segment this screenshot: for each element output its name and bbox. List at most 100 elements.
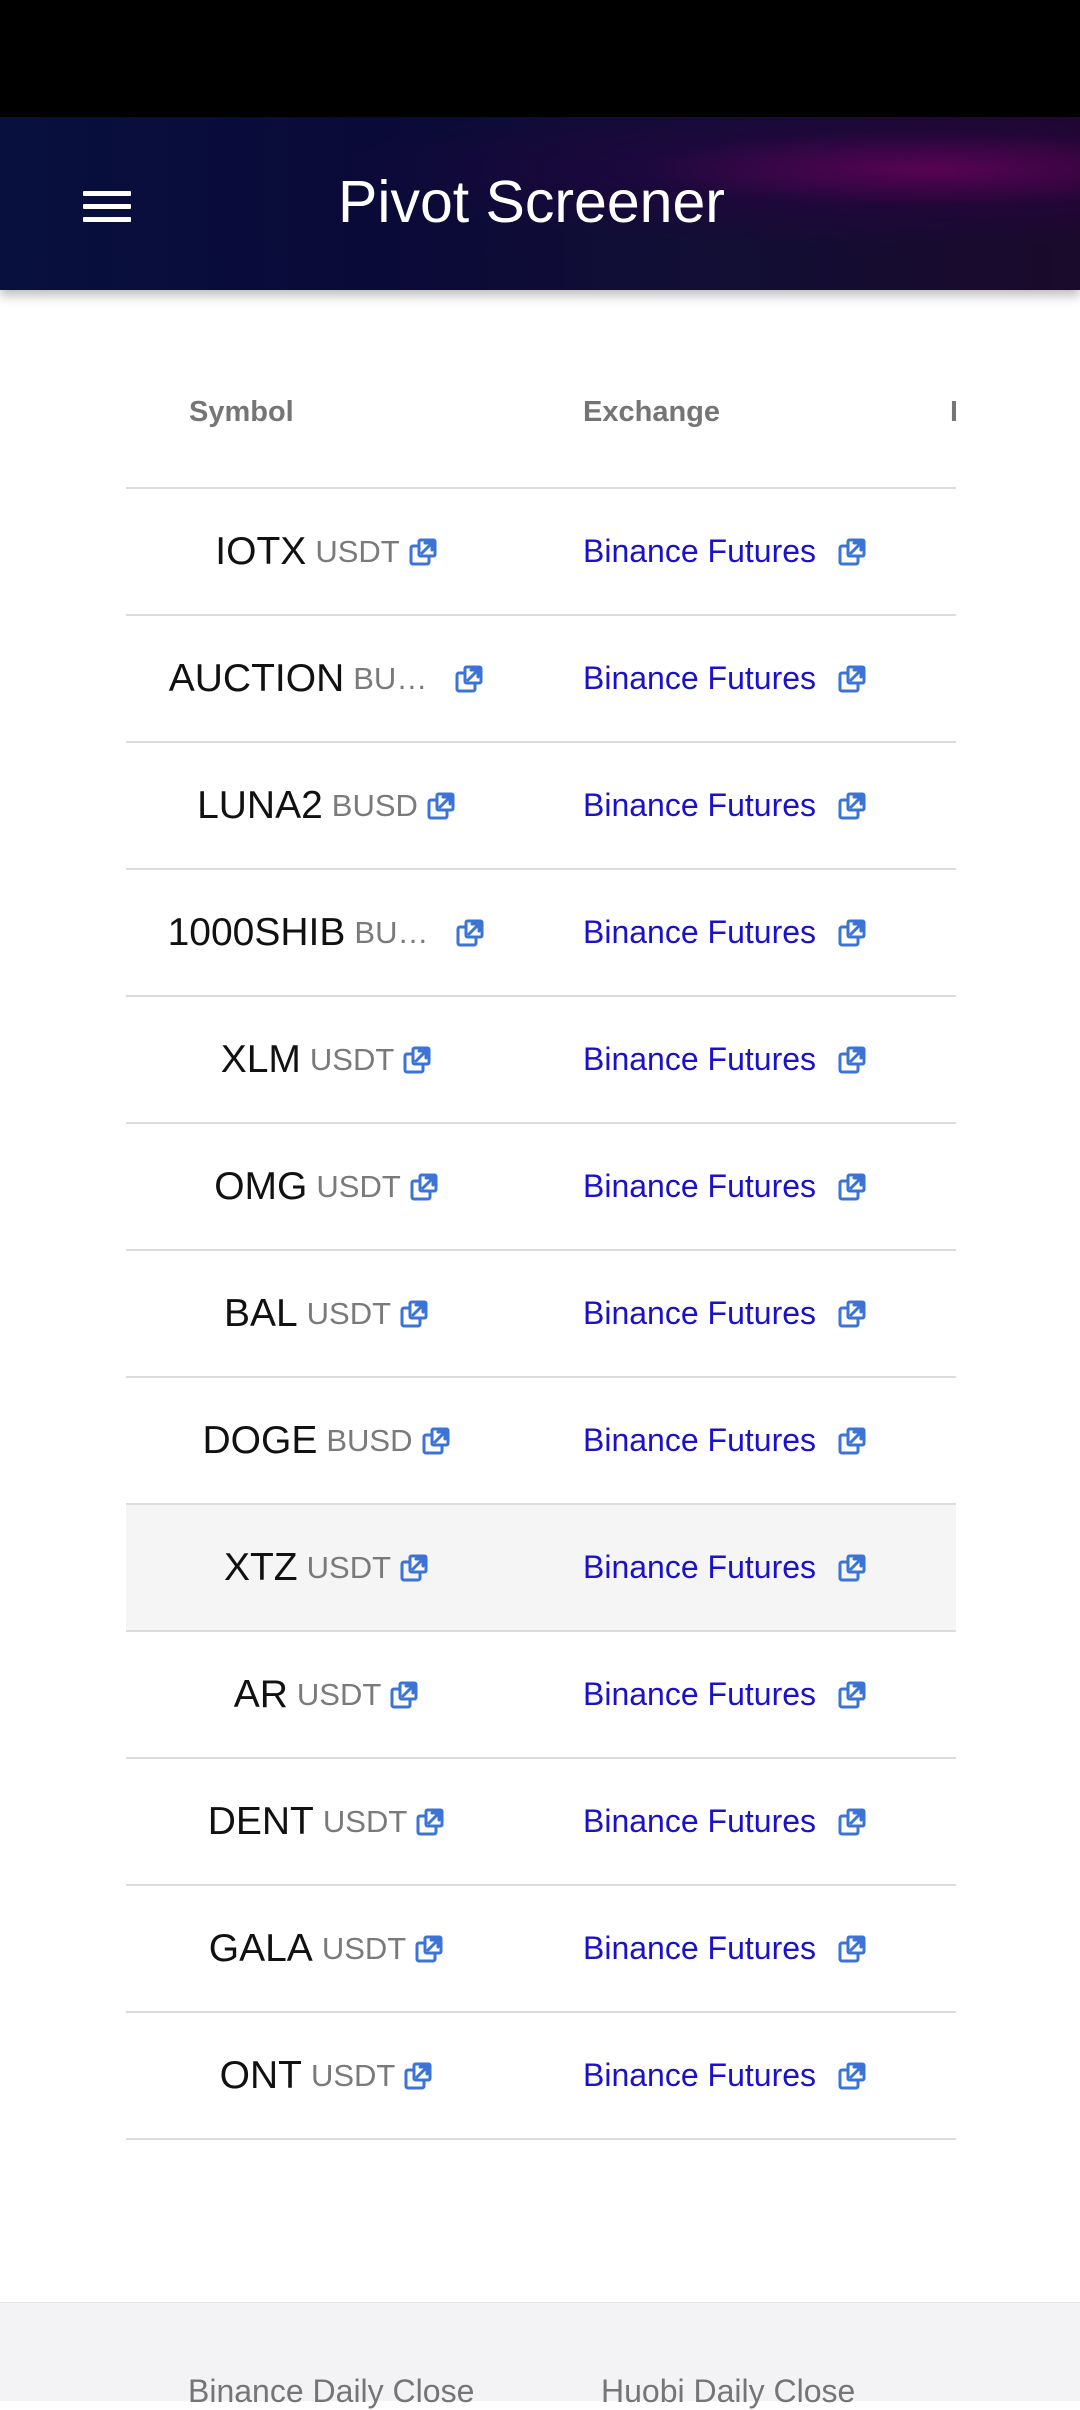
symbol-name: ONT <box>219 2053 302 2097</box>
exchange-cell: Binance Futures <box>583 1251 866 1376</box>
external-link-icon[interactable] <box>404 2062 432 2090</box>
symbol-name: IOTX <box>215 529 307 573</box>
quote-currency: USDT <box>309 1041 395 1077</box>
exchange-cell: Binance Futures <box>583 489 866 614</box>
symbol-name: 1000SHIB <box>167 910 346 954</box>
external-link-icon[interactable] <box>427 792 455 820</box>
huobi-daily-close-link[interactable]: Huobi Daily Close <box>601 2373 855 2410</box>
exchange-cell: Binance Futures <box>583 997 866 1122</box>
external-link-icon[interactable] <box>838 538 866 566</box>
exchange-cell: Binance Futures <box>583 1886 866 2011</box>
symbol-name: GALA <box>208 1926 313 1970</box>
external-link-icon[interactable] <box>415 1935 443 1963</box>
external-link-icon[interactable] <box>838 2062 866 2090</box>
symbol-cell: DENT USDT <box>126 1759 526 1884</box>
table-row[interactable]: AR USDT Binance Futures <box>126 1630 956 1757</box>
exchange-cell: Binance Futures <box>583 1632 866 1757</box>
symbol-cell: DOGE BUSD <box>126 1378 526 1503</box>
external-link-icon[interactable] <box>410 1173 438 1201</box>
external-link-icon[interactable] <box>838 665 866 693</box>
table-row[interactable]: 1000SHIB BUSD Binance Futures <box>126 868 956 995</box>
page-title: Pivot Screener <box>338 169 725 235</box>
exchange-link[interactable]: Binance Futures <box>583 1422 816 1459</box>
column-header-clipped[interactable]: I <box>950 390 956 434</box>
exchange-link[interactable]: Binance Futures <box>583 1041 816 1078</box>
external-link-icon[interactable] <box>400 1554 428 1582</box>
external-link-icon[interactable] <box>838 1935 866 1963</box>
external-link-icon[interactable] <box>838 1554 866 1582</box>
exchange-link[interactable]: Binance Futures <box>583 660 816 697</box>
column-header-symbol[interactable]: Symbol <box>189 390 294 434</box>
external-link-icon[interactable] <box>838 792 866 820</box>
quote-currency: BUSD <box>354 914 435 950</box>
table-row[interactable]: GALA USDT Binance Futures <box>126 1884 956 2011</box>
external-link-icon[interactable] <box>838 919 866 947</box>
exchange-cell: Binance Futures <box>583 2013 866 2138</box>
exchange-link[interactable]: Binance Futures <box>583 787 816 824</box>
external-link-icon[interactable] <box>409 538 437 566</box>
status-bar <box>0 0 1080 117</box>
symbol-cell: 1000SHIB BUSD <box>126 870 526 995</box>
external-link-icon[interactable] <box>838 1808 866 1836</box>
symbol-cell: BAL USDT <box>126 1251 526 1376</box>
table-row[interactable]: AUCTION BUSD Binance Futures <box>126 614 956 741</box>
exchange-link[interactable]: Binance Futures <box>583 914 816 951</box>
exchange-link[interactable]: Binance Futures <box>583 1676 816 1713</box>
binance-daily-close-link[interactable]: Binance Daily Close <box>188 2373 474 2410</box>
symbol-cell: IOTX USDT <box>126 489 526 614</box>
exchange-link[interactable]: Binance Futures <box>583 533 816 570</box>
table-row[interactable]: IOTX USDT Binance Futures <box>126 487 956 614</box>
external-link-icon[interactable] <box>838 1681 866 1709</box>
quote-currency: USDT <box>315 533 400 569</box>
exchange-cell: Binance Futures <box>583 1124 866 1249</box>
symbol-cell: XLM USDT <box>126 997 526 1122</box>
symbol-cell: LUNA2 BUSD <box>126 743 526 868</box>
symbol-name: DOGE <box>202 1418 318 1462</box>
hamburger-menu-icon[interactable] <box>80 187 136 227</box>
exchange-link[interactable]: Binance Futures <box>583 1295 816 1332</box>
table-row[interactable]: XTZ USDT Binance Futures <box>126 1503 956 1630</box>
exchange-link[interactable]: Binance Futures <box>583 1168 816 1205</box>
table-row[interactable]: DENT USDT Binance Futures <box>126 1757 956 1884</box>
external-link-icon[interactable] <box>403 1046 431 1074</box>
table-row[interactable]: ONT USDT Binance Futures <box>126 2011 956 2138</box>
symbol-name: BAL <box>223 1291 298 1335</box>
quote-currency: USDT <box>296 1676 382 1712</box>
table-row[interactable]: OMG USDT Binance Futures <box>126 1122 956 1249</box>
exchange-link[interactable]: Binance Futures <box>583 1930 816 1967</box>
exchange-cell: Binance Futures <box>583 1505 866 1630</box>
screener-table[interactable]: Symbol Exchange I IOTX USDT Binance Future… <box>126 320 956 2175</box>
symbol-name: DENT <box>207 1799 314 1843</box>
exchange-cell: Binance Futures <box>583 616 866 741</box>
external-link-icon[interactable] <box>838 1427 866 1455</box>
external-link-icon[interactable] <box>400 1300 428 1328</box>
external-link-icon[interactable] <box>838 1046 866 1074</box>
symbol-name: AUCTION <box>168 656 345 700</box>
symbol-name: AR <box>233 1672 288 1716</box>
footer-bar: Binance Daily Close Huobi Daily Close <box>0 2302 1080 2409</box>
external-link-icon[interactable] <box>416 1808 444 1836</box>
symbol-name: XTZ <box>223 1545 298 1589</box>
exchange-link[interactable]: Binance Futures <box>583 1549 816 1586</box>
exchange-cell: Binance Futures <box>583 1759 866 1884</box>
external-link-icon[interactable] <box>422 1427 450 1455</box>
table-row[interactable]: XLM USDT Binance Futures <box>126 995 956 1122</box>
external-link-icon[interactable] <box>455 665 483 693</box>
table-row[interactable]: ANTBinance Futures <box>126 2138 956 2175</box>
column-header-exchange[interactable]: Exchange <box>583 390 720 434</box>
external-link-icon[interactable] <box>838 1300 866 1328</box>
exchange-link[interactable]: Binance Futures <box>583 2057 816 2094</box>
external-link-icon[interactable] <box>838 1173 866 1201</box>
quote-currency: USDT <box>306 1549 392 1585</box>
symbol-cell: AR USDT <box>126 1632 526 1757</box>
external-link-icon[interactable] <box>390 1681 418 1709</box>
symbol-name: XLM <box>220 1037 301 1081</box>
exchange-cell: Binance Futures <box>583 870 866 995</box>
table-row[interactable]: DOGE BUSD Binance Futures <box>126 1376 956 1503</box>
symbol-cell: AUCTION BUSD <box>126 616 526 741</box>
exchange-link[interactable]: Binance Futures <box>583 1803 816 1840</box>
table-row[interactable]: LUNA2 BUSD Binance Futures <box>126 741 956 868</box>
table-body: IOTX USDT Binance Futures AUCTION BUSD Binanc… <box>126 487 956 2175</box>
external-link-icon[interactable] <box>456 919 484 947</box>
table-row[interactable]: BAL USDT Binance Futures <box>126 1249 956 1376</box>
